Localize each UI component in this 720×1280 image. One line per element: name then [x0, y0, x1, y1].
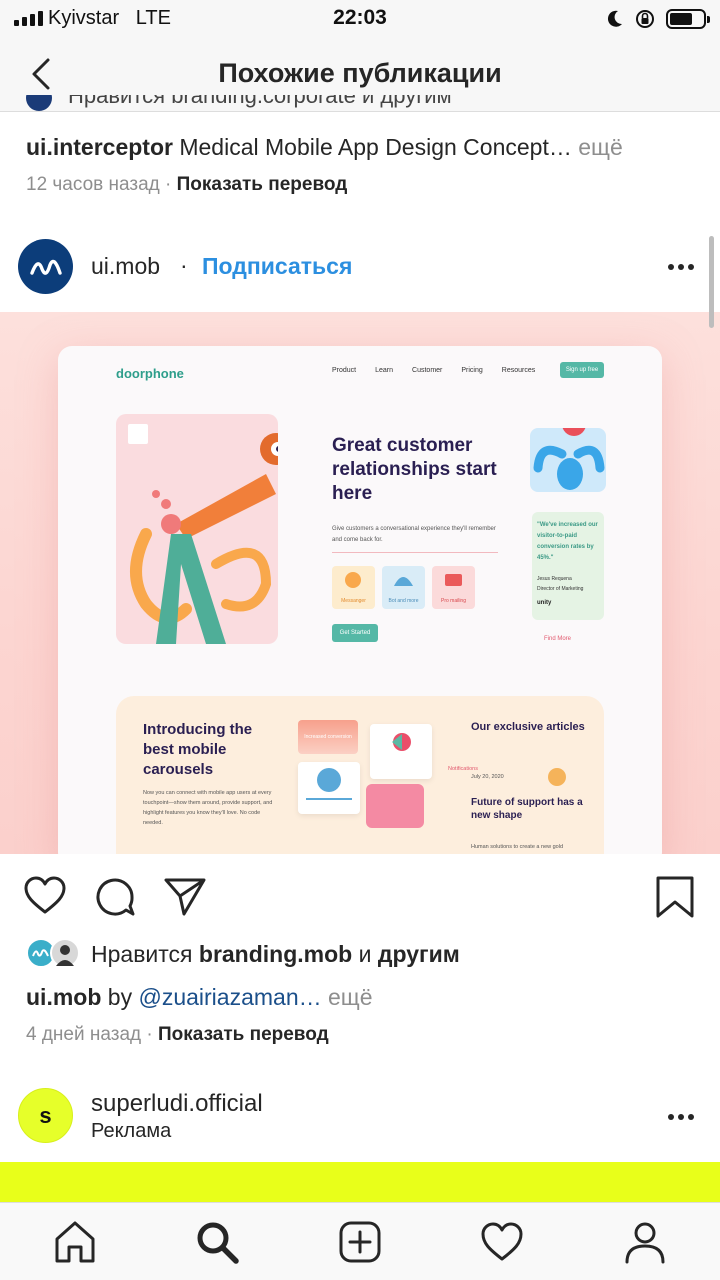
- separator: ·: [180, 252, 188, 278]
- blue-character-illustration: [530, 412, 606, 492]
- previous-likes-row: Нравится branding.corporate и другим: [0, 95, 720, 112]
- caption-username[interactable]: ui.mob: [26, 984, 101, 1010]
- mention-link[interactable]: @zuairiazaman…: [138, 984, 321, 1010]
- feature-card: Bot and more: [382, 566, 425, 609]
- telescope-illustration: [116, 414, 278, 644]
- more-options-icon[interactable]: [668, 1114, 694, 1120]
- bottom-tab-bar: [0, 1202, 720, 1280]
- others-link[interactable]: другим: [378, 941, 460, 967]
- previous-likes-text: Нравится branding.corporate и другим: [68, 95, 452, 108]
- post-image[interactable]: doorphone Product Learn Customer Pricing…: [0, 312, 720, 854]
- home-icon[interactable]: [52, 1219, 98, 1265]
- share-icon[interactable]: [162, 874, 208, 920]
- ui-mob-logo-icon: [29, 259, 62, 275]
- liker-username[interactable]: branding.mob: [199, 941, 352, 967]
- carousel-subtitle: Now you can connect with mobile app user…: [143, 790, 273, 826]
- feature-card: Messanger: [332, 566, 375, 609]
- post-time: 4 дней назад: [26, 1024, 142, 1045]
- translate-link[interactable]: Показать перевод: [177, 174, 348, 195]
- articles-title: Our exclusive articles: [471, 721, 585, 733]
- website-mockup: doorphone Product Learn Customer Pricing…: [58, 346, 662, 854]
- article-headline: Future of support has a new shape: [471, 797, 583, 821]
- previous-caption-text: Medical Mobile App Design Concept…: [179, 134, 572, 160]
- previous-time: 12 часов назад: [26, 174, 160, 195]
- orientation-lock-icon: [636, 10, 654, 28]
- conversion-pill: Increased conversion: [298, 720, 358, 754]
- status-bar: Kyivstar LTE 22:03: [0, 0, 720, 38]
- separator: ·: [165, 174, 172, 195]
- likes-row: Нравится branding.mob и другим: [26, 936, 706, 972]
- profile-card: [298, 762, 360, 814]
- sponsored-label: Реклама: [91, 1120, 172, 1142]
- activity-icon[interactable]: [479, 1219, 525, 1265]
- notifications-card: Notifications: [370, 724, 478, 779]
- article-avatar: [548, 768, 566, 786]
- post-username[interactable]: ui.mob: [91, 253, 160, 280]
- avatar[interactable]: s: [18, 1088, 73, 1143]
- post-header: ui.mob · Подписаться: [0, 234, 720, 312]
- article-excerpt: Human solutions to create a new gold: [471, 844, 564, 850]
- carousel-section: Introducing the best mobile carousels No…: [116, 696, 604, 854]
- mockup-hero-subtitle: Give customers a conversational experien…: [332, 526, 496, 543]
- mockup-signup-button: Sign up free: [560, 362, 604, 378]
- translate-link[interactable]: Показать перевод: [158, 1024, 329, 1045]
- previous-username[interactable]: ui.interceptor: [26, 134, 173, 160]
- testimonial-author: Jesus Requena Director of Marketing: [537, 576, 584, 592]
- carousel-title: Introducing the best mobile carousels: [143, 721, 253, 778]
- caption-text: by: [107, 984, 133, 1010]
- next-post-header: s superludi.official Реклама: [0, 1086, 720, 1162]
- comment-icon[interactable]: [92, 874, 138, 920]
- next-post-image[interactable]: [0, 1162, 720, 1202]
- previous-caption: ui.interceptor Medical Mobile App Design…: [26, 134, 706, 161]
- more-options-icon[interactable]: [668, 264, 694, 270]
- chart-card: [366, 784, 424, 828]
- heart-icon[interactable]: [22, 874, 68, 920]
- post-actions: [0, 854, 720, 938]
- profile-icon[interactable]: [622, 1219, 668, 1265]
- avatar: [50, 938, 80, 968]
- follow-button[interactable]: Подписаться: [202, 253, 352, 280]
- add-post-icon[interactable]: [337, 1219, 383, 1265]
- mockup-menu: Product Learn Customer Pricing Resources: [332, 367, 536, 374]
- bookmark-icon[interactable]: [652, 874, 698, 920]
- page-title: Похожие публикации: [218, 58, 502, 88]
- next-username[interactable]: superludi.official: [91, 1090, 263, 1118]
- separator: ·: [146, 1024, 153, 1045]
- avatar[interactable]: [18, 239, 73, 294]
- moon-icon: [607, 10, 622, 27]
- testimonial-quote: "We've increased our visitor-to-paid con…: [537, 522, 598, 561]
- unity-logo: unity: [537, 600, 552, 606]
- search-icon[interactable]: [194, 1219, 240, 1265]
- divider: [332, 552, 498, 553]
- doorphone-logo: doorphone: [116, 366, 184, 381]
- mockup-cta-button: Get Started: [332, 624, 378, 642]
- previous-meta: 12 часов назад · Показать перевод: [26, 174, 347, 196]
- mockup-hero-title: Great customer relationships start here: [332, 435, 497, 504]
- scrollbar[interactable]: [709, 236, 714, 328]
- avatar: [26, 95, 52, 111]
- battery-icon: [666, 9, 710, 29]
- post-meta: 4 дней назад · Показать перевод: [26, 1024, 329, 1046]
- more-link[interactable]: ещё: [328, 984, 373, 1010]
- find-more-link: Find More: [544, 636, 572, 642]
- more-link[interactable]: ещё: [578, 134, 623, 160]
- testimonial-card: "We've increased our visitor-to-paid con…: [532, 512, 604, 620]
- article-date: July 20, 2020: [471, 774, 504, 780]
- post-caption: ui.mob by @zuairiazaman… ещё: [26, 984, 373, 1011]
- feature-card: Pro mailing: [432, 566, 475, 609]
- likes-text: Нравится branding.mob и другим: [91, 941, 460, 967]
